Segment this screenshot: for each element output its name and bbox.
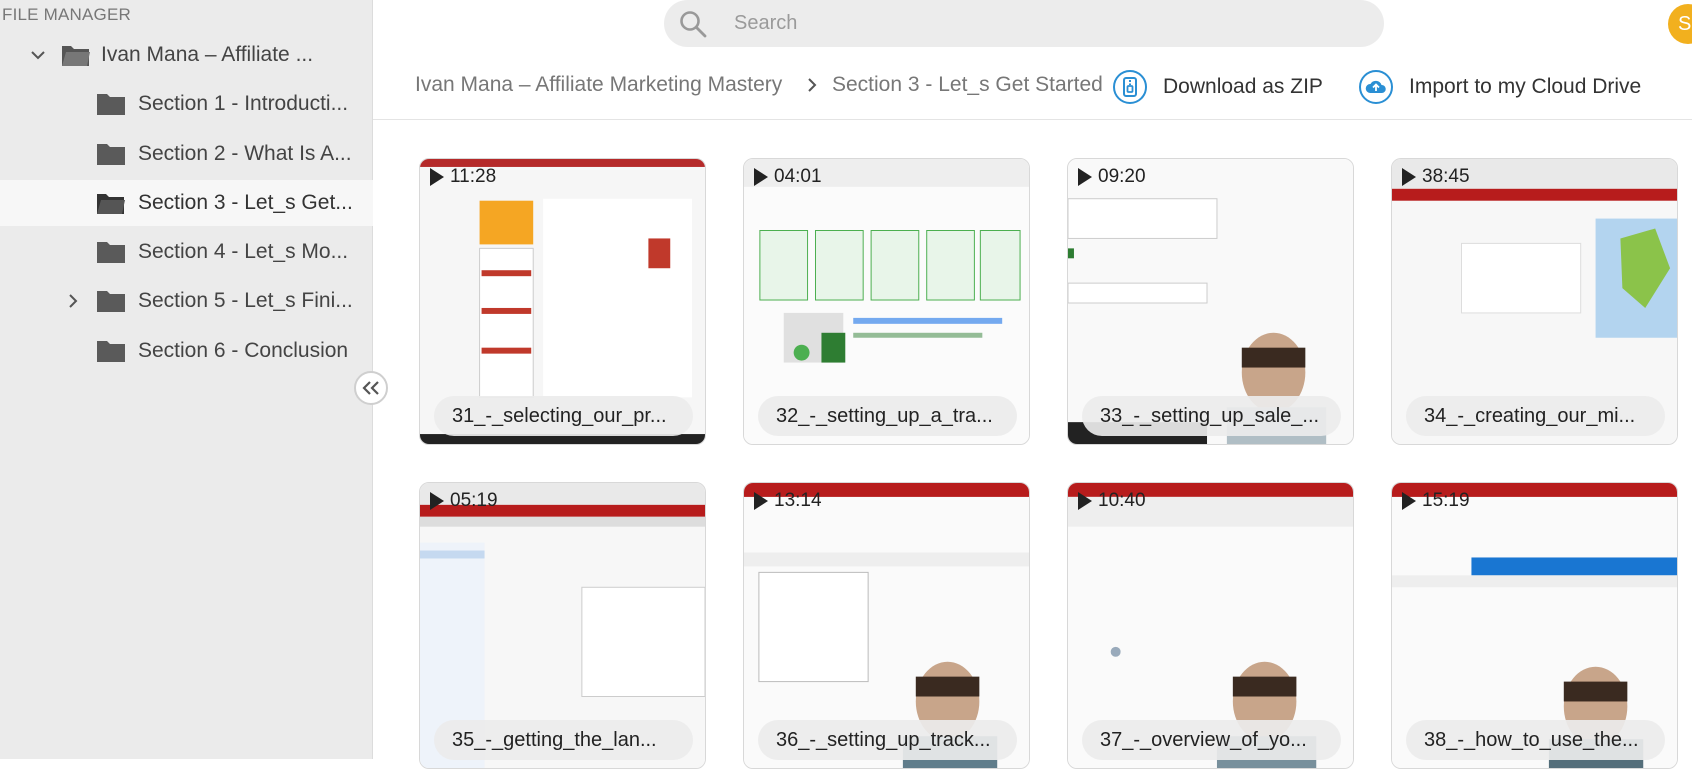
play-icon — [1402, 168, 1416, 186]
sidebar-item-section-3[interactable]: Section 3 - Let_s Get... — [0, 180, 373, 226]
folder-icon — [96, 92, 126, 116]
search-icon — [680, 11, 707, 38]
video-card[interactable]: 05:19 35_-_getting_the_lan... — [419, 482, 706, 769]
video-name: 36_-_setting_up_track... — [758, 720, 1017, 760]
folder-open-icon — [61, 43, 91, 67]
sidebar-item-section-5[interactable]: Section 5 - Let_s Fini... — [0, 278, 373, 324]
video-name: 35_-_getting_the_lan... — [434, 720, 693, 760]
tree-root-folder[interactable]: Ivan Mana – Affiliate ... — [0, 32, 373, 78]
video-card[interactable]: 38:45 34_-_creating_our_mi... — [1391, 158, 1678, 445]
file-manager-sidebar: FILE MANAGER Ivan Mana – Affiliate ... S… — [0, 0, 373, 759]
video-card[interactable]: 11:28 31_-_selecting_our_pr... — [419, 158, 706, 445]
video-name: 32_-_setting_up_a_tra... — [758, 396, 1017, 436]
sidebar-item-section-1[interactable]: Section 1 - Introducti... — [0, 81, 373, 127]
video-duration: 38:45 — [1402, 166, 1470, 188]
import-cloud-drive-label: Import to my Cloud Drive — [1409, 75, 1642, 98]
sidebar-item-label: Section 3 - Let_s Get... — [138, 191, 353, 214]
cloud-upload-icon — [1359, 70, 1393, 104]
video-duration: 15:19 — [1402, 490, 1470, 512]
video-duration: 11:28 — [430, 166, 496, 188]
tree-root-label: Ivan Mana – Affiliate ... — [101, 43, 314, 66]
chevron-right-icon[interactable] — [63, 291, 83, 311]
download-zip-button[interactable]: Download as ZIP — [1113, 67, 1323, 107]
play-icon — [1402, 492, 1416, 510]
double-chevron-left-icon — [362, 381, 379, 395]
sidebar-item-label: Section 6 - Conclusion — [138, 339, 349, 362]
chevron-down-icon[interactable] — [28, 45, 48, 65]
video-duration: 13:14 — [754, 490, 822, 512]
breadcrumb-item-current[interactable]: Section 3 - Let_s Get Started — [832, 73, 1103, 97]
import-cloud-drive-button[interactable]: Import to my Cloud Drive — [1359, 67, 1641, 107]
folder-icon — [96, 142, 126, 166]
sidebar-heading: FILE MANAGER — [2, 5, 131, 24]
download-zip-label: Download as ZIP — [1163, 75, 1323, 98]
video-name: 37_-_overview_of_yo... — [1082, 720, 1341, 760]
video-name: 38_-_how_to_use_the... — [1406, 720, 1665, 760]
folder-open-icon — [96, 191, 126, 215]
folder-icon — [96, 240, 126, 264]
play-icon — [754, 168, 768, 186]
video-duration: 05:19 — [430, 490, 498, 512]
search-bar[interactable] — [664, 0, 1384, 47]
sidebar-item-label: Section 1 - Introducti... — [138, 92, 349, 115]
play-icon — [754, 492, 768, 510]
collapse-sidebar-button[interactable] — [354, 371, 388, 405]
sidebar-item-section-4[interactable]: Section 4 - Let_s Mo... — [0, 229, 373, 275]
avatar[interactable]: S — [1668, 4, 1692, 44]
video-duration: 04:01 — [754, 166, 822, 188]
video-card[interactable]: 15:19 38_-_how_to_use_the... — [1391, 482, 1678, 769]
play-icon — [1078, 492, 1092, 510]
breadcrumb-separator-icon — [807, 75, 817, 98]
video-name: 34_-_creating_our_mi... — [1406, 396, 1665, 436]
video-card[interactable]: 09:20 33_-_setting_up_sale_... — [1067, 158, 1354, 445]
play-icon — [1078, 168, 1092, 186]
video-card[interactable]: 13:14 36_-_setting_up_track... — [743, 482, 1030, 769]
toolbar: Ivan Mana – Affiliate Marketing Mastery … — [373, 60, 1692, 120]
play-icon — [430, 492, 444, 510]
video-name: 33_-_setting_up_sale_... — [1082, 396, 1341, 436]
sidebar-item-label: Section 4 - Let_s Mo... — [138, 240, 349, 263]
sidebar-item-section-6[interactable]: Section 6 - Conclusion — [0, 328, 373, 374]
folder-icon — [96, 289, 126, 313]
search-input[interactable] — [734, 8, 1354, 38]
breadcrumb-item[interactable]: Ivan Mana – Affiliate Marketing Mastery — [415, 73, 782, 97]
video-duration: 09:20 — [1078, 166, 1146, 188]
play-icon — [430, 168, 444, 186]
download-zip-icon — [1113, 70, 1147, 104]
sidebar-item-label: Section 5 - Let_s Fini... — [138, 289, 353, 312]
video-duration: 10:40 — [1078, 490, 1146, 512]
sidebar-item-section-2[interactable]: Section 2 - What Is A... — [0, 131, 373, 177]
video-card[interactable]: 10:40 37_-_overview_of_yo... — [1067, 482, 1354, 769]
video-name: 31_-_selecting_our_pr... — [434, 396, 693, 436]
video-card[interactable]: 04:01 32_-_setting_up_a_tra... — [743, 158, 1030, 445]
folder-icon — [96, 339, 126, 363]
sidebar-item-label: Section 2 - What Is A... — [138, 142, 352, 165]
